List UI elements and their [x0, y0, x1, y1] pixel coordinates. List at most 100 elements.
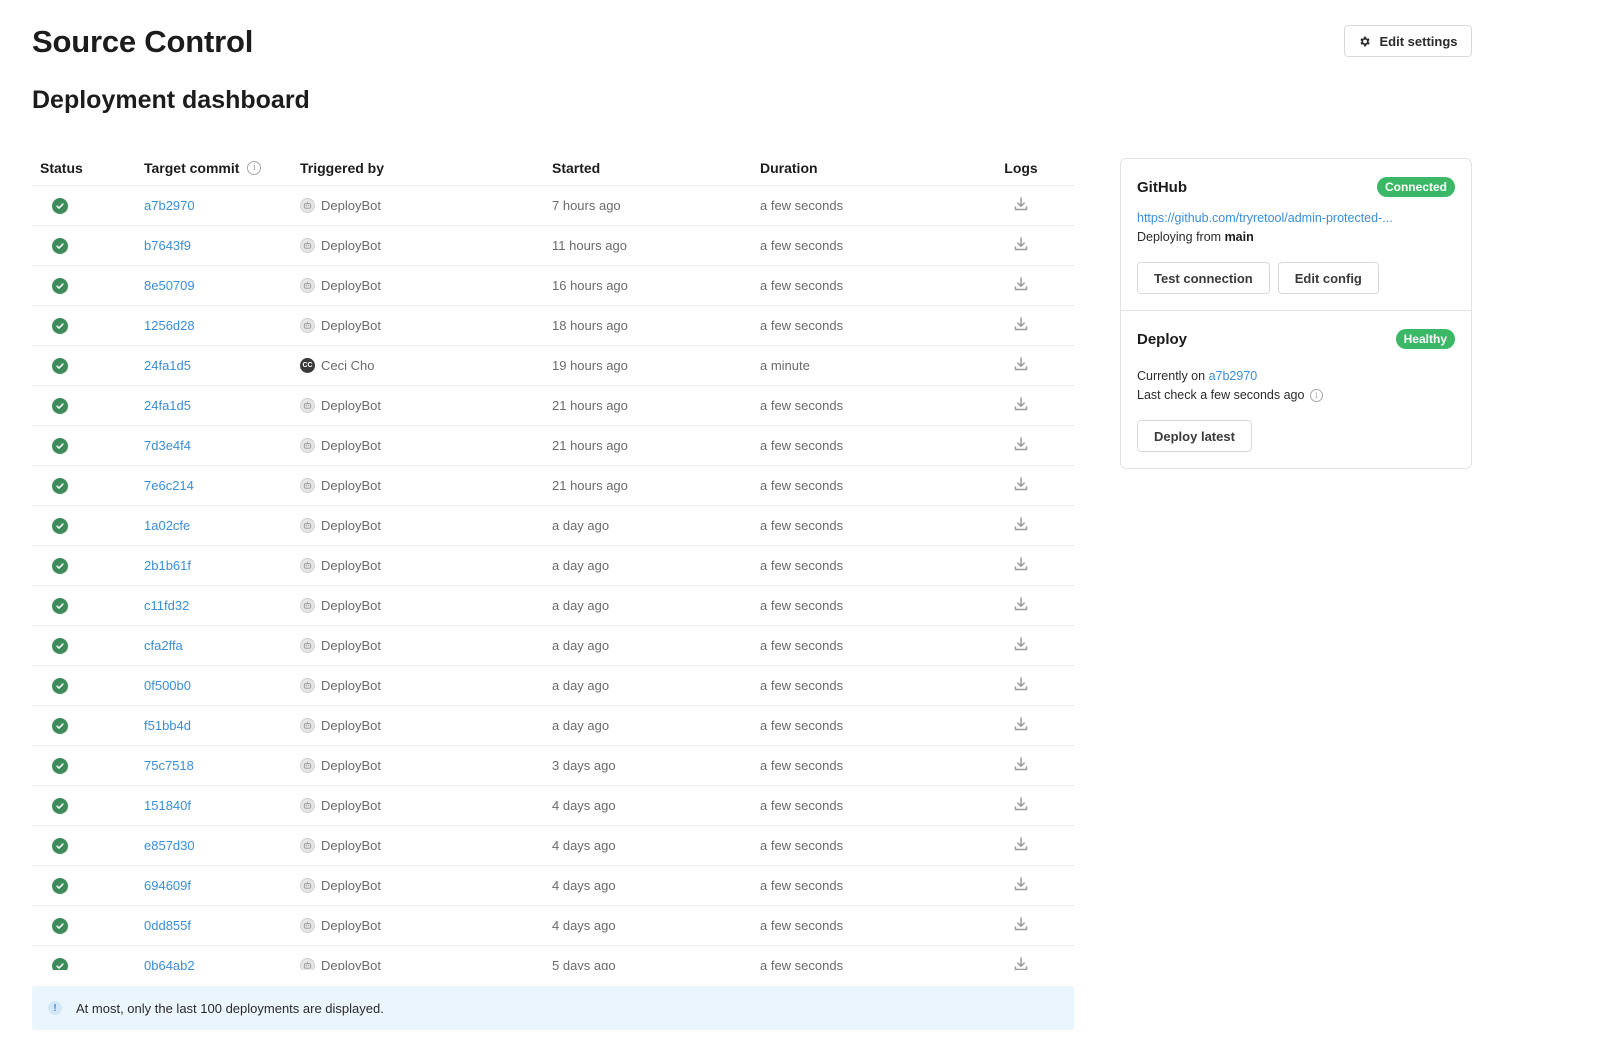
- commit-link[interactable]: 0f500b0: [144, 678, 191, 693]
- status-cell: [32, 397, 144, 414]
- logs-cell: [968, 756, 1074, 775]
- commit-link[interactable]: c11fd32: [144, 598, 189, 613]
- table-row: c11fd32 DeployBot a day ago a few seconds: [32, 586, 1074, 626]
- commit-link[interactable]: 0dd855f: [144, 918, 191, 933]
- commit-link[interactable]: f51bb4d: [144, 718, 191, 733]
- download-logs-icon[interactable]: [1013, 637, 1029, 655]
- bot-avatar-icon: [300, 478, 315, 493]
- download-logs-icon[interactable]: [1013, 797, 1029, 815]
- commit-link[interactable]: 24fa1d5: [144, 358, 191, 373]
- info-notice: ! At most, only the last 100 deployments…: [32, 986, 1074, 1030]
- currently-on: Currently on a7b2970: [1137, 369, 1455, 383]
- commit-link[interactable]: a7b2970: [144, 198, 195, 213]
- download-logs-icon[interactable]: [1013, 837, 1029, 855]
- commit-link[interactable]: 694609f: [144, 878, 191, 893]
- bot-avatar-icon: [300, 958, 315, 970]
- bot-avatar-icon: [300, 838, 315, 853]
- commit-link[interactable]: cfa2ffa: [144, 638, 183, 653]
- commit-cell: f51bb4d: [144, 718, 300, 733]
- success-check-icon: [52, 797, 68, 814]
- commit-link[interactable]: e857d30: [144, 838, 195, 853]
- download-logs-icon[interactable]: [1013, 437, 1029, 455]
- triggered-by-name: Ceci Cho: [321, 358, 375, 373]
- download-logs-icon[interactable]: [1013, 477, 1029, 495]
- test-connection-button[interactable]: Test connection: [1137, 262, 1270, 294]
- commit-link[interactable]: 1256d28: [144, 318, 195, 333]
- triggered-by-name: DeployBot: [321, 878, 381, 893]
- table-row: 2b1b61f DeployBot a day ago a few seconds: [32, 546, 1074, 586]
- started-cell: a day ago: [552, 518, 610, 533]
- deploy-latest-button[interactable]: Deploy latest: [1137, 420, 1252, 453]
- download-logs-icon[interactable]: [1013, 557, 1029, 575]
- download-logs-icon[interactable]: [1013, 197, 1029, 215]
- status-cell: [32, 637, 144, 654]
- download-logs-icon[interactable]: [1013, 517, 1029, 535]
- logs-cell: [968, 476, 1074, 495]
- status-cell: [32, 357, 144, 374]
- triggered-by-cell: DeployBot: [300, 238, 552, 253]
- download-logs-icon[interactable]: [1013, 317, 1029, 335]
- info-icon[interactable]: i: [247, 160, 262, 175]
- download-logs-icon[interactable]: [1013, 357, 1029, 375]
- download-logs-icon[interactable]: [1013, 757, 1029, 775]
- duration-cell: a few seconds: [760, 398, 844, 413]
- commit-link[interactable]: 0b64ab2: [144, 958, 195, 970]
- triggered-by-cell: DeployBot: [300, 198, 552, 213]
- logs-cell: [968, 716, 1074, 735]
- status-cell: [32, 677, 144, 694]
- commit-link[interactable]: b7643f9: [144, 238, 191, 253]
- logs-cell: [968, 196, 1074, 215]
- success-check-icon: [52, 397, 68, 414]
- success-check-icon: [52, 877, 68, 894]
- commit-link[interactable]: 7d3e4f4: [144, 438, 191, 453]
- current-commit-link[interactable]: a7b2970: [1209, 369, 1258, 383]
- status-cell: [32, 917, 144, 934]
- download-logs-icon[interactable]: [1013, 917, 1029, 935]
- commit-cell: a7b2970: [144, 198, 300, 213]
- edit-settings-button[interactable]: Edit settings: [1344, 25, 1472, 57]
- duration-cell: a few seconds: [760, 798, 844, 813]
- commit-link[interactable]: 2b1b61f: [144, 558, 191, 573]
- deploy-card-title: Deploy: [1137, 330, 1188, 348]
- commit-link[interactable]: 7e6c214: [144, 478, 194, 493]
- duration-cell: a few seconds: [760, 678, 844, 693]
- started-cell: 4 days ago: [552, 918, 616, 933]
- started-cell: 18 hours ago: [552, 318, 628, 333]
- triggered-by-cell: DeployBot: [300, 598, 552, 613]
- duration-cell: a few seconds: [760, 598, 844, 613]
- commit-link[interactable]: 1a02cfe: [144, 518, 190, 533]
- download-logs-icon[interactable]: [1013, 877, 1029, 895]
- commit-cell: 1a02cfe: [144, 518, 300, 533]
- notice-text: At most, only the last 100 deployments a…: [76, 1000, 384, 1016]
- triggered-by-name: DeployBot: [321, 238, 381, 253]
- repo-link[interactable]: https://github.com/tryretool/admin-prote…: [1137, 211, 1455, 225]
- info-icon[interactable]: i: [1309, 389, 1323, 403]
- duration-cell: a few seconds: [760, 638, 844, 653]
- edit-config-button[interactable]: Edit config: [1277, 262, 1379, 294]
- commit-link[interactable]: 75c7518: [144, 758, 194, 773]
- duration-cell: a few seconds: [760, 318, 844, 333]
- commit-link[interactable]: 151840f: [144, 798, 191, 813]
- download-logs-icon[interactable]: [1013, 717, 1029, 735]
- duration-cell: a few seconds: [760, 878, 844, 893]
- triggered-by-name: DeployBot: [321, 398, 381, 413]
- started-cell: 21 hours ago: [552, 398, 628, 413]
- gear-icon: [1360, 36, 1371, 46]
- download-logs-icon[interactable]: [1013, 957, 1029, 970]
- download-logs-icon[interactable]: [1013, 677, 1029, 695]
- download-logs-icon[interactable]: [1013, 237, 1029, 255]
- status-cell: [32, 437, 144, 454]
- branch-name: main: [1224, 230, 1254, 244]
- download-logs-icon[interactable]: [1013, 277, 1029, 295]
- bot-avatar-icon: [300, 918, 315, 933]
- duration-cell: a few seconds: [760, 198, 844, 213]
- download-logs-icon[interactable]: [1013, 597, 1029, 615]
- logs-cell: [968, 516, 1074, 535]
- commit-link[interactable]: 8e50709: [144, 278, 195, 293]
- table-row: f51bb4d DeployBot a day ago a few seconds: [32, 706, 1074, 746]
- commit-link[interactable]: 24fa1d5: [144, 398, 191, 413]
- duration-cell: a few seconds: [760, 478, 844, 493]
- download-logs-icon[interactable]: [1013, 397, 1029, 415]
- bot-avatar-icon: [300, 518, 315, 533]
- duration-cell: a minute: [760, 358, 810, 373]
